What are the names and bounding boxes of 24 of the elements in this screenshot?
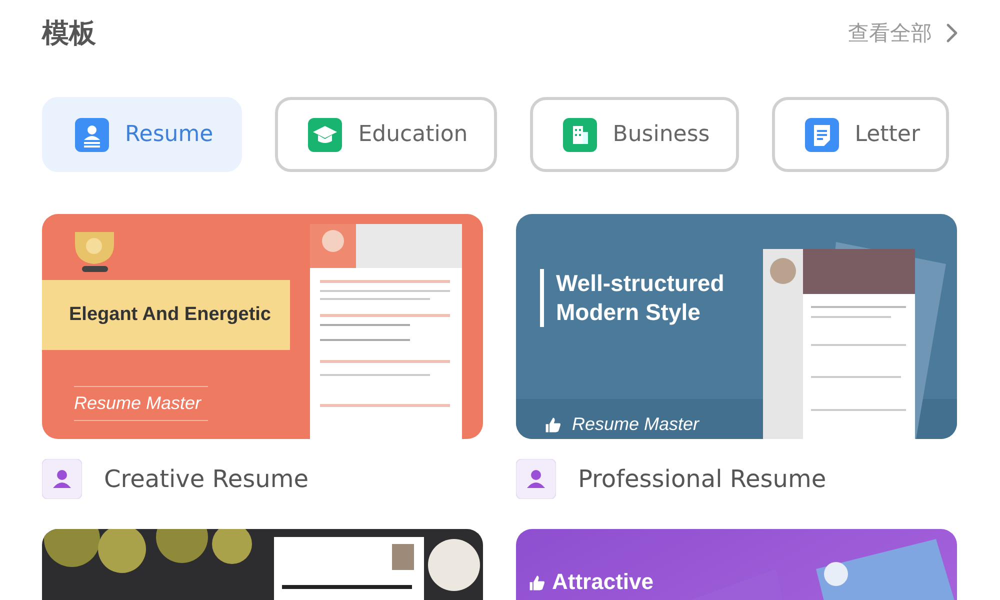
person-icon (75, 118, 109, 152)
brand-caption: Resume Master (572, 414, 700, 435)
category-tab[interactable]: Business (530, 97, 739, 172)
section-title: 模板 (42, 17, 96, 51)
template-card[interactable]: Attractive (516, 529, 957, 600)
template-headline: Well-structured Modern Style (540, 269, 724, 326)
document-icon (804, 118, 839, 152)
template-name: Creative Resume (104, 465, 308, 493)
category-tab[interactable]: Letter (772, 97, 950, 172)
brand-caption: Resume Master (74, 386, 208, 421)
template-card[interactable]: Well-structured Modern Style Resume Master (516, 214, 957, 439)
thumbs-up-icon (528, 574, 546, 592)
person-icon (42, 459, 82, 499)
template-headline: Elegant And Energetic (42, 280, 290, 350)
building-icon (562, 118, 597, 152)
thumbs-up-icon (544, 416, 562, 434)
category-tab[interactable]: Education (275, 97, 497, 172)
chevron-right-icon (946, 23, 958, 43)
category-tab[interactable]: Resume (42, 97, 242, 172)
template-headline: Attractive (552, 569, 654, 595)
person-icon (516, 459, 556, 499)
template-name: Professional Resume (578, 465, 826, 493)
template-card[interactable]: Elegant And Energetic Resume Master (42, 214, 483, 439)
graduation-cap-icon (308, 118, 342, 152)
